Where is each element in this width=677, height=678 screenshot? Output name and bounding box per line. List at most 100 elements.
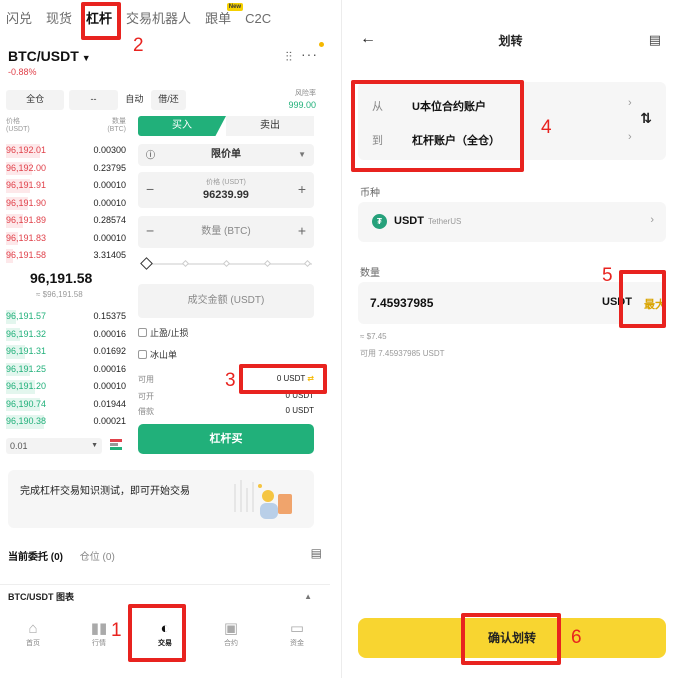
percent-slider[interactable] (140, 257, 312, 270)
ask-row[interactable]: 96,191.58 3.31405 (6, 247, 126, 265)
order-history-icon[interactable]: ▤ (311, 546, 322, 560)
nav-assets-label: 资金 (290, 640, 304, 647)
ask-qty: 0.00300 (93, 145, 126, 155)
candlestick-icon[interactable]: ⫶⫶ (286, 49, 293, 65)
orderbook-view-icon[interactable] (110, 439, 122, 451)
ask-row[interactable]: 96,191.89 0.28574 (6, 212, 126, 230)
ob-qty-header: 数量 (BTC) (107, 116, 126, 133)
tab-copy-trading-label: 跟单 (205, 11, 232, 26)
amount-label: 数量 (360, 268, 380, 279)
view-bar-gray (110, 443, 118, 446)
coin-info: USDT TetherUS (394, 215, 461, 227)
top-nav: 闪兑 现货 杠杆 交易机器人 跟单 New C2C (6, 3, 324, 34)
coin-selector[interactable]: ₮ USDT TetherUS › (358, 202, 666, 242)
ask-row[interactable]: 96,191.90 0.00010 (6, 195, 126, 213)
minus-icon[interactable]: − (146, 181, 154, 197)
slider-tick[interactable] (303, 259, 312, 268)
precision-select[interactable]: 0.01 ▼ (6, 438, 102, 454)
ask-price: 96,191.89 (6, 215, 47, 225)
leverage-button[interactable]: -- (69, 90, 118, 110)
bid-row[interactable]: 96,190.74 0.01944 (6, 396, 126, 414)
tab-trading-bots[interactable]: 交易机器人 (126, 8, 191, 34)
quiz-banner-text: 完成杠杆交易知识测试，即可开始交易 (20, 486, 190, 497)
bid-qty: 0.00016 (93, 328, 126, 339)
slider-tick[interactable] (263, 259, 272, 268)
ask-row[interactable]: 96,192.01 0.00300 (6, 142, 126, 160)
tab-buy[interactable]: 买入 (138, 116, 226, 136)
precision-value: 0.01 (10, 441, 28, 451)
nav-home[interactable]: ⌂ 首页 (8, 606, 58, 666)
risk-rate: 风险率 999.00 (288, 88, 316, 110)
total-amount-input[interactable]: 成交金额 (USDT) (138, 284, 314, 318)
plus-icon[interactable]: + (298, 181, 306, 197)
order-type-select[interactable]: ⓘ 限价单 ▼ (138, 144, 314, 166)
slider-tick[interactable] (181, 259, 190, 268)
openable-label: 可开 (138, 392, 154, 401)
nav-home-label: 首页 (26, 640, 40, 647)
trading-screen: 闪兑 现货 杠杆 交易机器人 跟单 New C2C BTC/USDT ▼ -0.88… (0, 0, 330, 678)
price-input[interactable]: − 价格 (USDT) 96239.99 + (138, 172, 314, 208)
bid-row[interactable]: 96,190.38 0.00021 (6, 413, 126, 431)
margin-modes: 全仓 -- 自动 借/还 (6, 90, 186, 110)
tab-convert[interactable]: 闪兑 (6, 8, 32, 34)
info-icon: ⓘ (146, 150, 156, 160)
iceberg-checkbox[interactable]: 冰山单 (138, 348, 177, 361)
slider-handle[interactable] (140, 257, 153, 270)
history-icon[interactable]: ▤ (649, 32, 661, 48)
transfer-header: ← 划转 ▤ (344, 30, 677, 52)
swap-accounts-icon[interactable]: ⇅ (640, 110, 652, 127)
tether-icon: ₮ (372, 214, 387, 229)
nav-futures[interactable]: ▣ 合约 (206, 606, 256, 666)
auto-mode-button[interactable]: 自动 (123, 90, 146, 110)
margin-buy-button[interactable]: 杠杆买 (138, 424, 314, 454)
wallet-icon: ▭ (289, 620, 305, 637)
checkbox-icon (138, 350, 147, 359)
bid-price: 96,191.31 (6, 346, 47, 356)
ask-qty: 0.23795 (93, 162, 126, 173)
plus-icon[interactable]: + (298, 214, 306, 246)
ask-price: 96,191.83 (6, 232, 47, 243)
ask-price: 96,192.01 (6, 145, 47, 155)
chevron-right-icon: › (650, 214, 654, 226)
bid-row[interactable]: 96,191.31 0.01692 (6, 343, 126, 361)
bid-row[interactable]: 96,191.32 0.00016 (6, 326, 126, 344)
slider-tick[interactable] (222, 259, 231, 268)
nav-assets[interactable]: ▭ 资金 (272, 606, 322, 666)
ask-qty: 0.28574 (93, 215, 126, 225)
tab-positions[interactable]: 仓位 (0) (80, 552, 115, 563)
amount-value: 7.45937985 (370, 296, 434, 310)
cross-mode-button[interactable]: 全仓 (6, 90, 65, 110)
caret-down-icon: ▼ (298, 150, 306, 159)
bid-row[interactable]: 96,191.57 0.15375 (6, 308, 126, 326)
ask-row[interactable]: 96,191.91 0.00010 (6, 177, 126, 195)
tab-spot[interactable]: 现货 (46, 8, 72, 34)
ask-row[interactable]: 96,191.83 0.00010 (6, 230, 126, 248)
tab-open-orders[interactable]: 当前委托 (0) (8, 552, 63, 563)
highlight-box-accounts (351, 80, 524, 172)
nav-futures-label: 合约 (224, 640, 238, 647)
tp-sl-label: 止盈/止损 (150, 328, 189, 338)
pair-header: BTC/USDT ▼ -0.88% ⫶⫶ ··· (8, 42, 324, 77)
tab-sell[interactable]: 卖出 (226, 116, 314, 136)
minus-icon[interactable]: − (146, 214, 154, 246)
chart-toggle[interactable]: BTC/USDT 图表 ▲ (0, 584, 330, 606)
tab-copy-trading[interactable]: 跟单 New (205, 3, 244, 34)
bid-row[interactable]: 96,191.20 0.00010 (6, 378, 126, 396)
step-number-2: 2 (133, 35, 144, 56)
coin-label: 币种 (360, 188, 380, 199)
bids-list: 96,191.57 0.15375 96,191.32 0.00016 96,191… (6, 308, 126, 431)
ask-row[interactable]: 96,192.00 0.23795 (6, 160, 126, 178)
borrow-repay-button[interactable]: 借/还 (151, 90, 186, 110)
quiz-illustration (234, 480, 292, 519)
orders-tabs: 当前委托 (0) 仓位 (0) ▤ (8, 546, 322, 563)
tp-sl-checkbox[interactable]: 止盈/止损 (138, 326, 189, 339)
futures-icon: ▣ (223, 620, 239, 637)
nav-markets-label: 行情 (92, 640, 106, 647)
pair-selector[interactable]: BTC/USDT ▼ (8, 48, 91, 64)
tab-c2c[interactable]: C2C (245, 8, 271, 34)
quantity-input[interactable]: − 数量 (BTC) + (138, 216, 314, 248)
quiz-banner[interactable]: 完成杠杆交易知识测试，即可开始交易 (8, 470, 314, 528)
more-icon[interactable]: ··· (301, 46, 318, 62)
bid-row[interactable]: 96,191.25 0.00016 (6, 361, 126, 379)
bid-qty: 0.15375 (93, 311, 126, 321)
